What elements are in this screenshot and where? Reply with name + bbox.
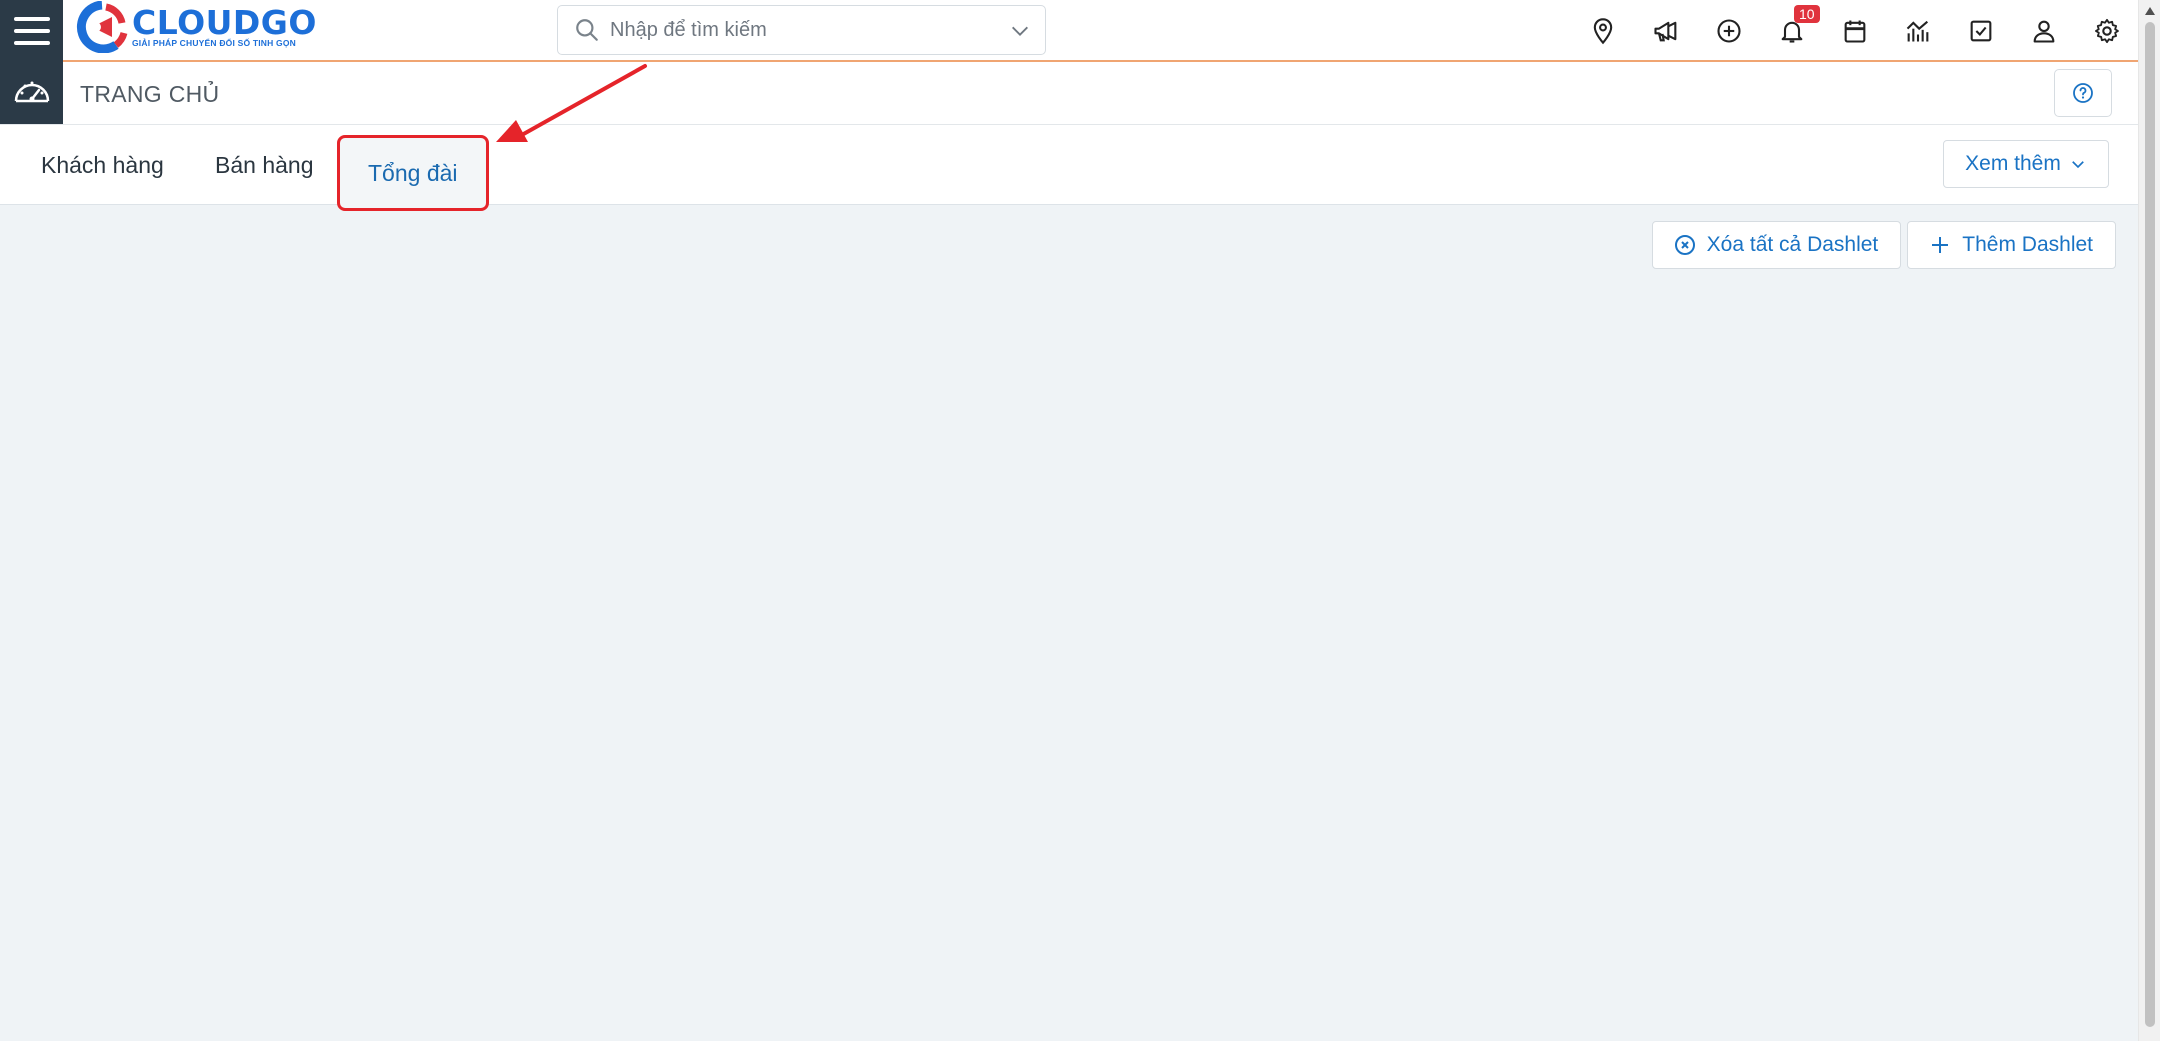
plus-icon	[1932, 237, 1949, 253]
profile-button[interactable]	[2012, 0, 2075, 62]
help-icon	[2073, 83, 2093, 103]
speedometer-icon	[14, 81, 49, 103]
scroll-up-arrow-icon[interactable]	[2144, 6, 2156, 16]
user-icon	[2033, 20, 2054, 43]
gear-icon	[2094, 18, 2119, 44]
top-bar: CLOUDGO GIẢI PHÁP CHUYỂN ĐỔI SỐ TINH GỌN	[0, 0, 2138, 62]
cloudgo-logo[interactable]: CLOUDGO GIẢI PHÁP CHUYỂN ĐỔI SỐ TINH GỌN	[72, 1, 317, 53]
add-dashlet-label: Thêm Dashlet	[1962, 233, 2093, 256]
reports-button[interactable]	[1886, 0, 1949, 62]
quick-create-button[interactable]	[1697, 0, 1760, 62]
notifications-button[interactable]: 10	[1760, 0, 1823, 62]
page-title: TRANG CHỦ	[80, 81, 220, 107]
settings-button[interactable]	[2075, 0, 2138, 62]
logo-name: CLOUDGO	[132, 3, 317, 42]
tasks-button[interactable]	[1949, 0, 2012, 62]
tab-ban-hang[interactable]: Bán hàng	[215, 125, 313, 205]
scrollbar-thumb[interactable]	[2145, 22, 2155, 1027]
announcement-button[interactable]	[1634, 0, 1697, 62]
location-button[interactable]	[1571, 0, 1634, 62]
search-input[interactable]	[610, 18, 990, 42]
more-tabs-label: Xem thêm	[1965, 152, 2061, 175]
plus-circle-icon	[1716, 19, 1741, 43]
add-dashlet-button[interactable]: Thêm Dashlet	[1907, 221, 2116, 269]
location-pin-icon	[1593, 18, 1612, 45]
tab-tong-dai[interactable]: Tổng đài	[337, 135, 489, 211]
search-icon	[576, 19, 598, 41]
logo-tagline: GIẢI PHÁP CHUYỂN ĐỔI SỐ TINH GỌN	[132, 38, 296, 48]
notification-count-badge: 10	[1794, 5, 1820, 23]
page-scrollbar[interactable]	[2138, 0, 2160, 1041]
calendar-icon	[1844, 20, 1865, 43]
breadcrumb-bar: TRANG CHỦ	[0, 62, 2138, 125]
checkbox-icon	[1970, 20, 1991, 42]
dashlet-actions: Xóa tất cả Dashlet Thêm Dashlet	[1651, 221, 2116, 269]
calendar-button[interactable]	[1823, 0, 1886, 62]
cloudgo-logo-icon	[76, 1, 128, 53]
help-button[interactable]	[2054, 69, 2112, 117]
dashboard-button[interactable]	[0, 62, 63, 124]
megaphone-icon	[1653, 21, 1676, 42]
close-circle-icon	[1674, 235, 1695, 255]
chevron-down-icon	[2072, 161, 2084, 169]
hamburger-menu-button[interactable]	[0, 0, 63, 62]
global-search[interactable]	[557, 5, 1046, 55]
chevron-down-icon[interactable]	[1009, 20, 1031, 42]
topbar-icon-group: 10	[1571, 0, 2138, 62]
more-tabs-button[interactable]: Xem thêm	[1943, 140, 2109, 188]
tab-khach-hang[interactable]: Khách hàng	[41, 125, 164, 205]
chart-icon	[1906, 20, 1928, 42]
dashboard-tab-bar: Khách hàng Bán hàng Tổng đài Xem thêm	[0, 125, 2138, 211]
clear-all-dashlets-button[interactable]: Xóa tất cả Dashlet	[1651, 221, 1902, 269]
clear-all-dashlets-label: Xóa tất cả Dashlet	[1706, 233, 1879, 256]
